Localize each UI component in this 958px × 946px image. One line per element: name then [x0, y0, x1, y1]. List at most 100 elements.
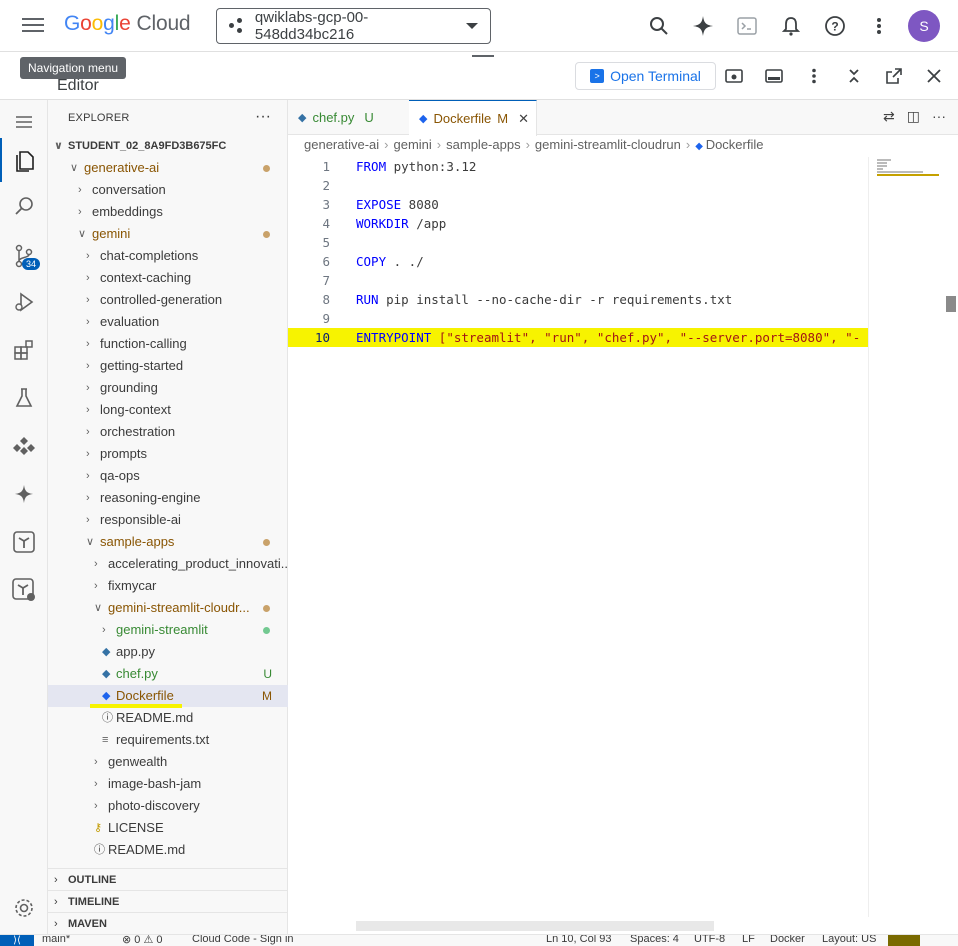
tree-folder[interactable]: › function-calling [48, 333, 288, 355]
tree-folder[interactable]: › responsible-ai [48, 509, 288, 531]
tree-file[interactable]: ⓘ README.md [48, 839, 288, 861]
run-debug-icon[interactable] [0, 280, 48, 324]
cloud-shell-icon[interactable] [732, 11, 762, 41]
gemini-icon[interactable] [0, 472, 48, 516]
workspace-root[interactable]: ∨ STUDENT_02_8A9FD3B675FC [48, 135, 288, 157]
tree-file[interactable]: ◆ chef.py U [48, 663, 288, 685]
tree-folder[interactable]: › prompts [48, 443, 288, 465]
open-changes-icon[interactable]: ⇄ [883, 108, 895, 125]
breadcrumb-item[interactable]: Dockerfile [706, 137, 764, 152]
tree-folder[interactable]: › orchestration [48, 421, 288, 443]
more-actions-icon[interactable]: ··· [932, 108, 946, 125]
vertical-scrollbar[interactable] [946, 296, 956, 312]
more-vert-icon[interactable] [798, 62, 830, 90]
extensions-icon[interactable] [0, 328, 48, 372]
account-avatar[interactable]: S [908, 10, 940, 42]
tree-folder[interactable]: › getting-started [48, 355, 288, 377]
code-line[interactable]: 1 FROM python:3.12 [288, 157, 868, 176]
breadcrumb-item[interactable]: gemini-streamlit-cloudrun [535, 137, 681, 152]
tree-folder[interactable]: › fixmycar [48, 575, 288, 597]
code-line[interactable]: 10 ENTRYPOINT ["streamlit", "run", "chef.… [288, 328, 868, 347]
tree-folder[interactable]: › long-context [48, 399, 288, 421]
tree-folder[interactable]: ∨ gemini-streamlit-cloudr... [48, 597, 288, 619]
panel-icon[interactable] [758, 62, 790, 90]
notifications-icon[interactable] [888, 935, 920, 946]
tree-folder[interactable]: › controlled-generation [48, 289, 288, 311]
tree-folder[interactable]: › evaluation [48, 311, 288, 333]
tab-dockerfile[interactable]: ◆ Dockerfile M ✕ [409, 100, 537, 136]
keyboard-layout[interactable]: Layout: US [822, 935, 876, 945]
remote-indicator-icon[interactable]: ⟩⟨ [0, 935, 34, 946]
breadcrumb-item[interactable]: generative-ai [304, 137, 379, 152]
tree-folder[interactable]: › photo-discovery [48, 795, 288, 817]
open-terminal-button[interactable]: > Open Terminal [575, 62, 716, 90]
web-preview-icon[interactable] [718, 62, 750, 90]
tree-folder[interactable]: › image-bash-jam [48, 773, 288, 795]
tree-folder[interactable]: ∨ gemini [48, 223, 288, 245]
tree-file[interactable]: ◆ app.py [48, 641, 288, 663]
indentation[interactable]: Spaces: 4 [630, 935, 679, 945]
help-icon[interactable]: ? [820, 11, 850, 41]
tree-folder[interactable]: › embeddings [48, 201, 288, 223]
project-picker[interactable]: qwiklabs-gcp-00-548dd34bc216 [216, 8, 491, 44]
code-line[interactable]: 9 [288, 309, 868, 328]
problems-indicator[interactable]: ⊗ 0 ⚠ 0 [122, 935, 162, 946]
tree-folder[interactable]: › qa-ops [48, 465, 288, 487]
tree-file[interactable]: ⚷ LICENSE [48, 817, 288, 839]
navigation-menu-icon[interactable] [22, 14, 44, 36]
tree-folder[interactable]: › chat-completions [48, 245, 288, 267]
collapse-icon[interactable] [838, 62, 870, 90]
code-line[interactable]: 5 [288, 233, 868, 252]
code-line[interactable]: 3 EXPOSE 8080 [288, 195, 868, 214]
terraform-cloud-icon[interactable] [0, 568, 48, 612]
tree-folder[interactable]: › genwealth [48, 751, 288, 773]
tree-folder[interactable]: ∨ sample-apps [48, 531, 288, 553]
more-vert-icon[interactable] [864, 11, 894, 41]
source-control-icon[interactable]: 34 [0, 234, 48, 278]
breadcrumb-item[interactable]: gemini [394, 137, 432, 152]
breadcrumb-item[interactable]: sample-apps [446, 137, 520, 152]
close-tab-icon[interactable]: ✕ [518, 111, 529, 127]
more-actions-icon[interactable]: ··· [255, 108, 271, 126]
code-line[interactable]: 8 RUN pip install --no-cache-dir -r requi… [288, 290, 868, 309]
code-line[interactable]: 6 COPY . ./ [288, 252, 868, 271]
tree-folder[interactable]: ∨ generative-ai [48, 157, 288, 179]
code-line[interactable]: 2 [288, 176, 868, 195]
minimap[interactable] [868, 157, 946, 917]
explorer-icon[interactable] [0, 138, 48, 182]
google-cloud-logo[interactable]: Google Cloud [64, 12, 191, 36]
split-editor-icon[interactable]: ◫ [907, 108, 920, 125]
encoding[interactable]: UTF-8 [694, 935, 725, 945]
code-editor[interactable]: 1 FROM python:3.12 2 3 EXPOSE 8080 4 WORKDIR /… [288, 157, 868, 917]
tree-folder[interactable]: › accelerating_product_innovati... [48, 553, 288, 575]
tree-folder[interactable]: › reasoning-engine [48, 487, 288, 509]
tree-folder[interactable]: › gemini-streamlit [48, 619, 288, 641]
tree-file[interactable]: ≡ requirements.txt [48, 729, 288, 751]
language-mode[interactable]: Docker [770, 935, 805, 945]
resize-grip[interactable] [472, 55, 494, 57]
section-maven[interactable]: › MAVEN [48, 912, 288, 934]
end-of-line[interactable]: LF [742, 935, 755, 945]
section-outline[interactable]: › OUTLINE [48, 868, 288, 890]
search-icon[interactable] [644, 11, 674, 41]
cloud-code-status[interactable]: Cloud Code - Sign in [192, 935, 294, 945]
tree-folder[interactable]: › grounding [48, 377, 288, 399]
section-timeline[interactable]: › TIMELINE [48, 890, 288, 912]
code-line[interactable]: 7 [288, 271, 868, 290]
branch-indicator[interactable]: main* [42, 935, 70, 945]
tree-file[interactable]: ⓘ README.md [48, 707, 288, 729]
cloud-code-icon[interactable] [0, 424, 48, 468]
code-line[interactable]: 4 WORKDIR /app [288, 214, 868, 233]
cursor-position[interactable]: Ln 10, Col 93 [546, 935, 611, 945]
gemini-spark-icon[interactable] [688, 11, 718, 41]
notifications-icon[interactable] [776, 11, 806, 41]
close-icon[interactable] [918, 62, 950, 90]
terraform-icon[interactable] [0, 520, 48, 564]
tree-folder[interactable]: › conversation [48, 179, 288, 201]
horizontal-scrollbar[interactable] [356, 921, 714, 931]
settings-icon[interactable] [0, 886, 48, 930]
open-new-window-icon[interactable] [878, 62, 910, 90]
tree-folder[interactable]: › context-caching [48, 267, 288, 289]
tab-chef-py[interactable]: ◆ chef.py U [288, 100, 400, 135]
testing-icon[interactable] [0, 376, 48, 420]
